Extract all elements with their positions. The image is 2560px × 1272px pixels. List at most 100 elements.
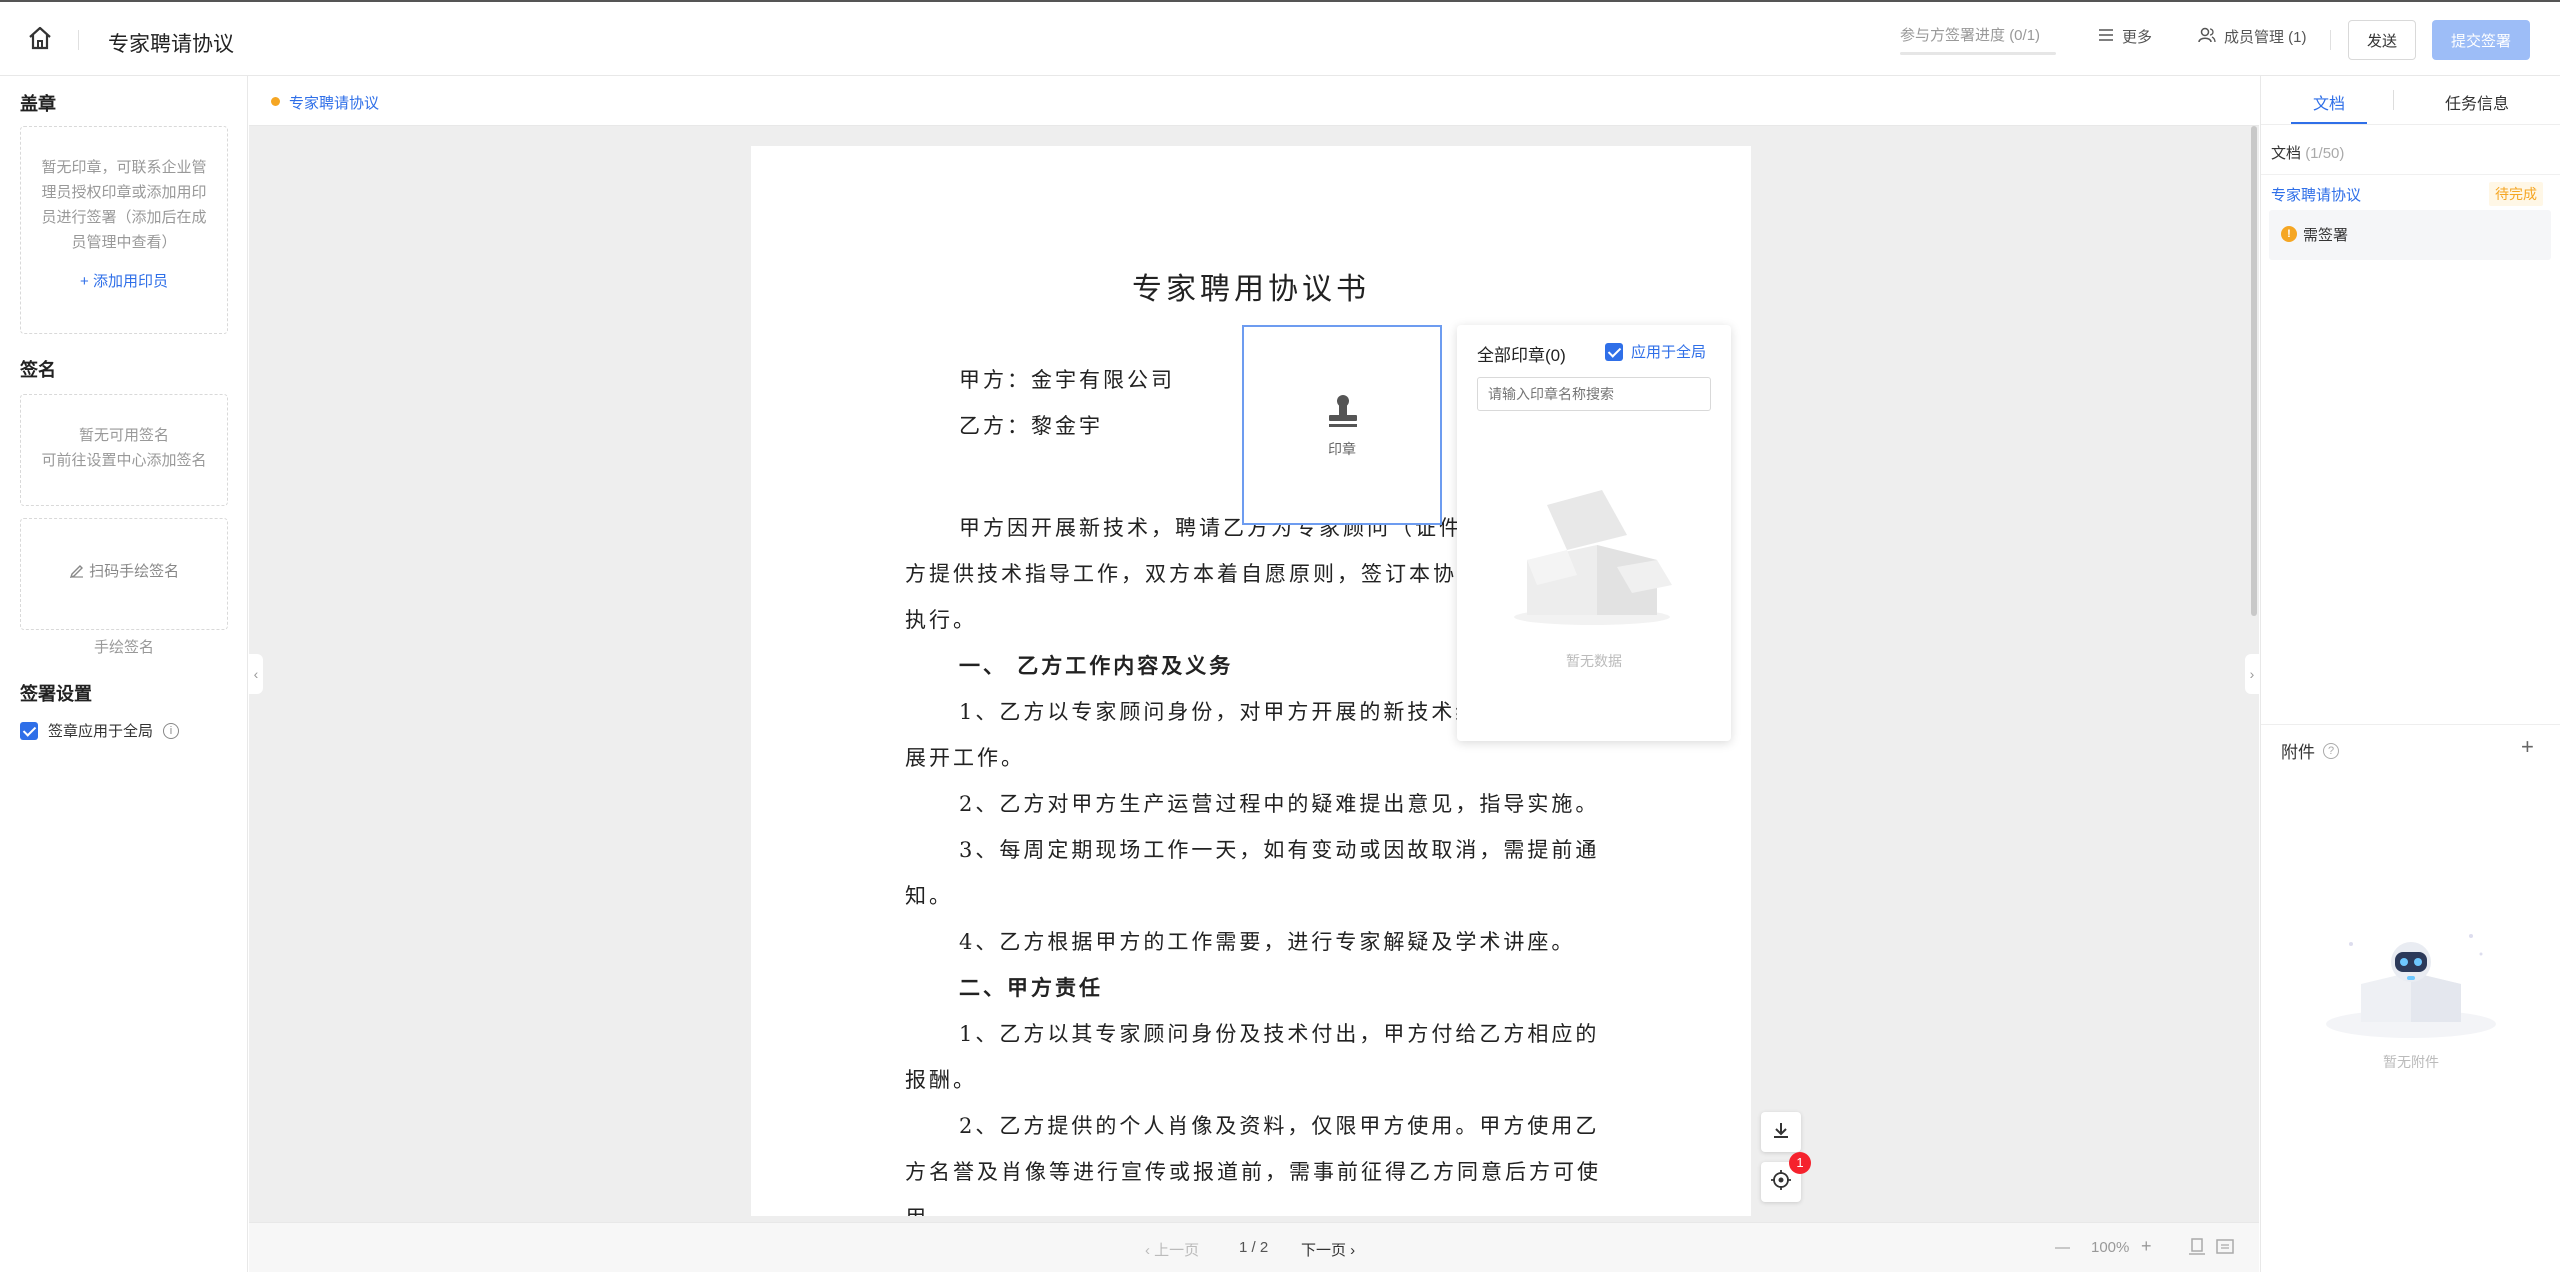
robot-empty-illustration [2321, 914, 2501, 1049]
tab-task-info[interactable]: 任务信息 [2445, 90, 2509, 114]
download-icon [1771, 1120, 1791, 1145]
add-attachment-button[interactable]: + [2521, 734, 2534, 760]
locate-badge: 1 [1789, 1152, 1811, 1174]
stamp-icon [1326, 393, 1360, 434]
doc-heading: 一、 乙方工作内容及义务 [959, 653, 1234, 678]
send-button[interactable]: 发送 [2348, 20, 2416, 60]
attachments-divider [2261, 724, 2560, 725]
progress-count: (0/1) [2009, 27, 2041, 44]
settings-section-title: 签署设置 [20, 684, 92, 704]
attachments-title: 附件 [2281, 743, 2315, 762]
signature-section-title: 签名 [20, 360, 56, 380]
scan-sign-label: 扫码手绘签名 [89, 563, 180, 580]
doc-line: 2、乙方提供的个人肖像及资料，仅限甲方使用。甲方使用乙 [959, 1114, 1600, 1138]
popup-title: 全部印章(0) [1477, 346, 1566, 365]
doc-line: 4、乙方根据甲方的工作需要，进行专家解疑及学术讲座。 [959, 930, 1576, 954]
doc-line: 1、乙方以专家顾问身份，对甲方开展的新技术给 [959, 700, 1480, 724]
apply-all-label: 签章应用于全局 [48, 723, 154, 740]
doc-line: 执行。 [905, 608, 977, 632]
submit-sign-button[interactable]: 提交签署 [2432, 20, 2530, 60]
more-button[interactable]: 更多 [2098, 26, 2152, 47]
empty-box-illustration [1507, 465, 1677, 640]
zoom-out-button[interactable]: — [2055, 1239, 2070, 1256]
signature-empty-box: 暂无可用签名 可前往设置中心添加签名 [20, 394, 228, 506]
doc-line: 展开工作。 [905, 746, 1025, 770]
info-icon[interactable]: i [163, 722, 180, 739]
seal-popup: 全部印章(0) 应用于全局 暂无数据 [1457, 325, 1731, 741]
handwritten-caption: 手绘签名 [93, 639, 154, 656]
progress-bar [1900, 52, 2056, 55]
doc-heading: 二、甲方责任 [959, 975, 1103, 1000]
next-label: 下一页 [1301, 1242, 1347, 1259]
tab-separator [2393, 90, 2394, 110]
top-header: 专家聘请协议 参与方签署进度 (0/1) 更多 成员管理 (1) 发送 提交签署 [0, 0, 2560, 76]
right-panel: 文档 任务信息 文档 (1/50) 专家聘请协议 待完成 ! 需签署 附件 ? … [2260, 76, 2560, 1272]
progress-label: 参与方签署进度 [1900, 27, 2006, 44]
page-indicator[interactable]: 1 / 2 [1239, 1239, 1268, 1256]
seal-search-input[interactable] [1477, 377, 1711, 411]
doc-list-item[interactable]: 专家聘请协议 [2271, 184, 2361, 205]
doc-line: 2、乙方对甲方生产运营过程中的疑难提出意见，指导实施。 [959, 792, 1600, 816]
prev-label: 上一页 [1154, 1242, 1200, 1259]
header-separator [2330, 30, 2331, 50]
popup-apply-checkbox[interactable] [1605, 342, 1623, 361]
party-b: 乙方：黎金宇 [959, 414, 1103, 438]
home-icon[interactable] [26, 24, 54, 52]
signing-progress[interactable]: 参与方签署进度 (0/1) [1900, 24, 2040, 45]
status-badge: 待完成 [2489, 182, 2543, 206]
document-tabbar: 专家聘请协议 [249, 76, 2259, 126]
next-page-button[interactable]: 下一页 › [1301, 1239, 1355, 1260]
doc-count-value: (1/50) [2305, 145, 2345, 162]
members-label: 成员管理 (1) [2224, 29, 2307, 46]
prev-page-button[interactable]: ‹ 上一页 [1145, 1239, 1199, 1260]
download-button[interactable] [1761, 1112, 1801, 1152]
zoom-in-button[interactable]: + [2141, 1236, 2152, 1257]
zoom-level: 100% [2091, 1239, 2130, 1256]
doc-line: 1、乙方以其专家顾问身份及技术付出，甲方付给乙方相应的 [959, 1022, 1600, 1046]
document-tab[interactable]: 专家聘请协议 [289, 92, 379, 113]
popup-empty-text: 暂无数据 [1566, 653, 1622, 669]
apply-all-checkbox[interactable] [20, 721, 38, 740]
doc-count-label: 文档 [2271, 145, 2302, 162]
collapse-right-button[interactable]: › [2245, 654, 2259, 694]
doc-line: 3、每周定期现场工作一天，如有变动或因故取消，需提前通 [959, 838, 1600, 862]
scrollbar[interactable] [2251, 126, 2257, 616]
popup-apply-all[interactable]: 应用于全局 [1605, 341, 1706, 362]
fit-page-icon[interactable] [2215, 1237, 2235, 1261]
add-sealer-link[interactable]: + 添加用印员 [37, 269, 211, 294]
help-icon[interactable]: ? [2323, 742, 2339, 759]
scan-sign-box[interactable]: 扫码手绘签名 [20, 518, 228, 630]
doc-line: 报酬。 [905, 1068, 977, 1092]
tab-divider [2261, 124, 2560, 125]
attachments-empty-text: 暂无附件 [2383, 1054, 2439, 1070]
popup-apply-label: 应用于全局 [1631, 344, 1707, 361]
fit-width-icon[interactable] [2187, 1237, 2207, 1261]
left-panel: 盖章 暂无印章，可联系企业管理员授权印章或添加用印员进行签署（添加后在成员管理中… [0, 76, 248, 1272]
signature-empty-line2: 可前往设置中心添加签名 [41, 452, 207, 469]
stamp-placeholder[interactable]: 印章 [1242, 325, 1442, 525]
seal-section-title: 盖章 [20, 94, 56, 114]
doc-line: 用。 [905, 1202, 953, 1216]
sign-task-item[interactable]: ! 需签署 [2269, 210, 2551, 260]
seal-empty-box: 暂无印章，可联系企业管理员授权印章或添加用印员进行签署（添加后在成员管理中查看）… [20, 126, 228, 334]
stamp-label: 印章 [1328, 441, 1356, 457]
locate-icon [1770, 1169, 1792, 1196]
collapse-left-button[interactable]: ‹ [249, 654, 263, 694]
pen-icon [69, 563, 89, 580]
doc-count: 文档 (1/50) [2271, 142, 2344, 163]
warning-icon: ! [2281, 226, 2297, 242]
more-label: 更多 [2122, 29, 2153, 46]
header-divider [78, 30, 79, 50]
menu-icon [2098, 28, 2114, 46]
status-dot [271, 97, 280, 106]
page-title: 专家聘请协议 [108, 33, 234, 56]
document-area: 专家聘请协议 专家聘用协议书 甲方：金宇有限公司 乙方：黎金宇 甲方因开展新技术… [249, 76, 2259, 1272]
page-navigation-bar: ‹ 上一页 1 / 2 下一页 › — 100% + [249, 1222, 2259, 1272]
members-button[interactable]: 成员管理 (1) [2198, 26, 2307, 47]
doc-line: 知。 [905, 884, 953, 908]
signature-empty-line1: 暂无可用签名 [78, 427, 169, 444]
attachments-header: 附件 ? [2281, 738, 2339, 763]
tab-documents[interactable]: 文档 [2313, 90, 2345, 114]
doc-line: 方提供技术指导工作，双方本着自愿原则，签订本协议 [905, 562, 1481, 586]
doc-line: 方名誉及肖像等进行宣传或报道前，需事前征得乙方同意后方可使 [905, 1160, 1601, 1184]
